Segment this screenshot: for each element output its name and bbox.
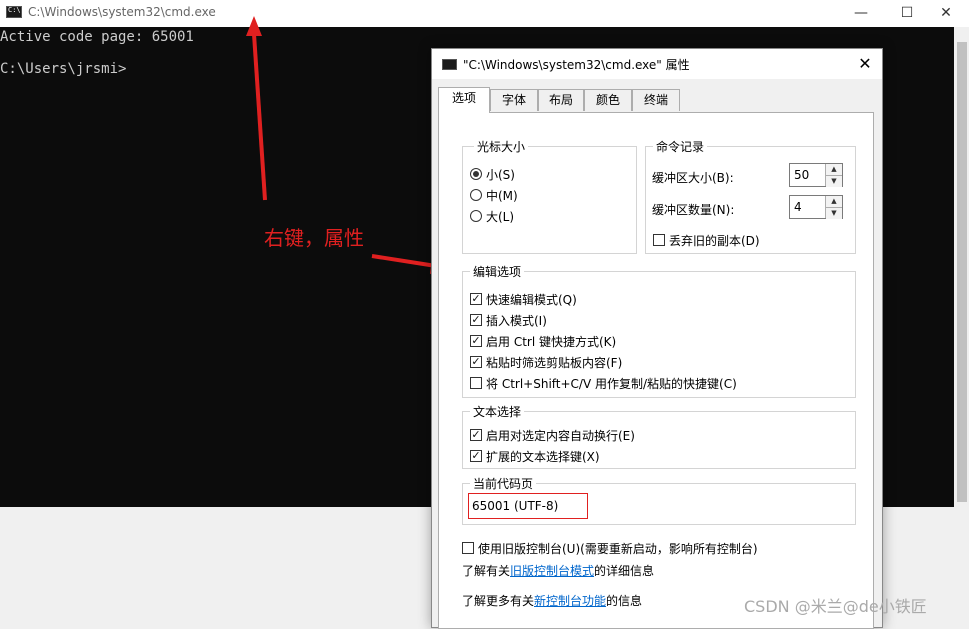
radio-cursor-medium-label[interactable]: 中(M) [486,187,518,204]
ctrl-shift-copy-paste-label[interactable]: 将 Ctrl+Shift+C/V 用作复制/粘贴的快捷键(C) [486,375,737,392]
dialog-title: "C:\Windows\system32\cmd.exe" 属性 [463,58,690,72]
extended-selection-keys-checkbox[interactable]: ✓ [470,450,482,462]
buffer-size-spinner[interactable]: 50 ▲ ▼ [789,163,843,187]
text-selection-label: 文本选择 [470,403,525,420]
edit-options-label: 编辑选项 [470,263,525,280]
tab-layout[interactable]: 布局 [538,89,584,111]
buffer-size-label: 缓冲区大小(B): [652,171,734,185]
dialog-close-button[interactable]: ✕ [850,51,880,77]
buffer-count-label: 缓冲区数量(N): [652,203,735,217]
discard-old-duplicates-checkbox[interactable] [653,234,665,246]
dialog-title-bar[interactable]: "C:\Windows\system32\cmd.exe" 属性 ✕ [432,49,882,79]
legacy-console-label[interactable]: 使用旧版控制台(U)(需要重新启动，影响所有控制台) [478,540,758,557]
new-features-suffix: 的信息 [606,594,643,608]
properties-dialog: "C:\Windows\system32\cmd.exe" 属性 ✕ 选项 字体… [431,48,883,629]
filter-paste-checkbox[interactable]: ✓ [470,356,482,368]
legacy-console-checkbox[interactable] [462,542,474,554]
radio-cursor-small[interactable] [470,168,482,180]
annotation-text: 右键，属性 [264,226,364,250]
buffer-count-spin-buttons: ▲ ▼ [825,196,842,219]
ctrl-shortcuts-checkbox[interactable]: ✓ [470,335,482,347]
line-wrap-selection-label[interactable]: 启用对选定内容自动换行(E) [486,427,635,444]
arrow-head-up-icon [246,16,262,36]
buffer-size-spin-buttons: ▲ ▼ [825,164,842,187]
tab-colors[interactable]: 颜色 [584,89,632,111]
line-wrap-selection-checkbox[interactable]: ✓ [470,429,482,441]
quick-edit-label[interactable]: 快速编辑模式(Q) [486,291,577,308]
extended-selection-keys-label[interactable]: 扩展的文本选择键(X) [486,448,600,465]
tab-terminal[interactable]: 终端 [632,89,680,111]
radio-cursor-large[interactable] [470,210,482,222]
command-history-label: 命令记录 [653,138,708,155]
buffer-count-spinner[interactable]: 4 ▲ ▼ [789,195,843,219]
ctrl-shortcuts-label[interactable]: 启用 Ctrl 键快捷方式(K) [486,333,616,350]
watermark: CSDN @米兰@de小铁匠 [744,597,927,616]
code-page-label: 当前代码页 [470,475,537,492]
new-features-info-line: 了解更多有关新控制台功能的信息 [462,592,642,609]
quick-edit-checkbox[interactable]: ✓ [470,293,482,305]
insert-mode-label[interactable]: 插入模式(I) [486,312,547,329]
legacy-info-suffix: 的详细信息 [594,564,655,578]
tab-options[interactable]: 选项 [438,87,490,113]
legacy-info-prefix: 了解有关 [462,564,511,578]
new-features-prefix: 了解更多有关 [462,594,535,608]
new-console-features-link[interactable]: 新控制台功能 [534,594,606,608]
ctrl-shift-copy-paste-checkbox[interactable] [470,377,482,389]
tab-panel-options: 光标大小 小(S) 中(M) 大(L) 命令记录 缓冲区大小(B): 50 ▲ … [438,112,874,629]
arrow-to-dialog [371,254,437,268]
cmd-app-icon [442,59,457,70]
spin-down-icon[interactable]: ▼ [826,207,842,219]
radio-cursor-medium[interactable] [470,189,482,201]
legacy-console-link[interactable]: 旧版控制台模式 [510,564,594,578]
radio-cursor-small-label[interactable]: 小(S) [486,166,515,183]
spin-up-icon[interactable]: ▲ [826,164,842,175]
cursor-size-label: 光标大小 [474,138,529,155]
insert-mode-checkbox[interactable]: ✓ [470,314,482,326]
code-page-value: 65001 (UTF-8) [472,499,559,513]
discard-old-duplicates-label[interactable]: 丢弃旧的副本(D) [669,232,760,249]
spin-down-icon[interactable]: ▼ [826,175,842,187]
buffer-size-value[interactable]: 50 [794,168,809,182]
radio-cursor-large-label[interactable]: 大(L) [486,208,514,225]
buffer-count-value[interactable]: 4 [794,200,802,214]
tab-font[interactable]: 字体 [490,89,538,111]
filter-paste-label[interactable]: 粘贴时筛选剪贴板内容(F) [486,354,622,371]
spin-up-icon[interactable]: ▲ [826,196,842,207]
legacy-info-line: 了解有关旧版控制台模式的详细信息 [462,562,654,579]
arrow-to-titlebar [252,33,267,201]
